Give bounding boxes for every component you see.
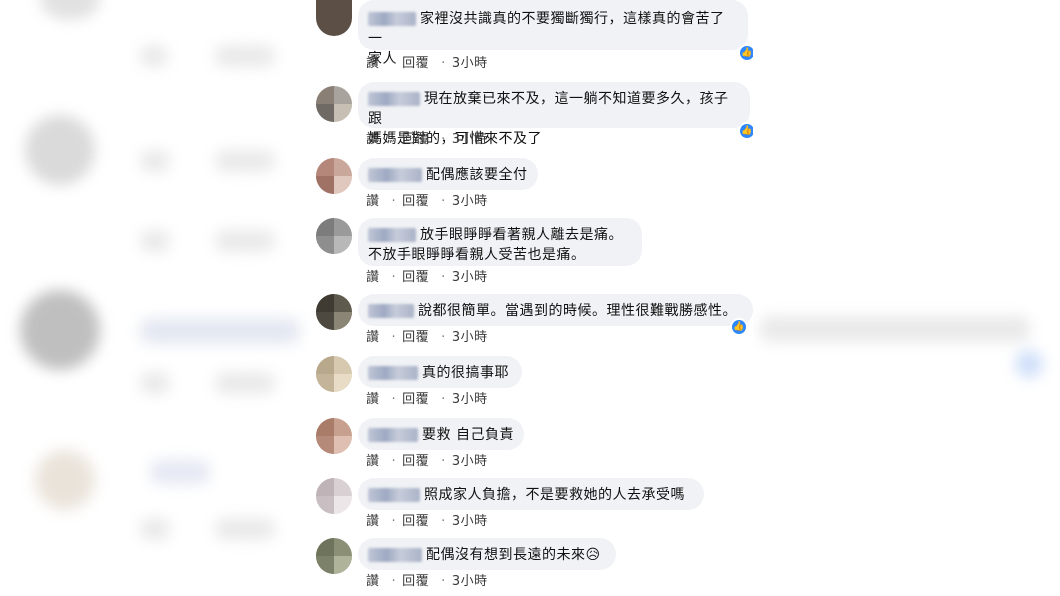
avatar[interactable]	[316, 0, 352, 36]
comment-actions: 讚 · 回覆 · 3小時	[366, 388, 500, 407]
separator: ·	[441, 454, 446, 469]
blurred-background-left	[0, 0, 300, 596]
commenter-name-redacted[interactable]	[368, 227, 416, 242]
comment-timestamp[interactable]: 3小時	[452, 132, 488, 147]
reply-button[interactable]: 回覆	[402, 514, 429, 529]
comment-timestamp[interactable]: 3小時	[452, 194, 488, 209]
comment-timestamp[interactable]: 3小時	[452, 574, 488, 589]
separator: ·	[441, 514, 446, 529]
like-button[interactable]: 讚	[366, 330, 380, 345]
comment-actions: 讚 · 回覆 · 3小時	[366, 510, 500, 529]
comment-actions: 讚 · 回覆 · 3小時	[366, 52, 500, 71]
like-button[interactable]: 讚	[366, 574, 380, 589]
separator: ·	[391, 514, 397, 529]
avatar[interactable]	[316, 218, 352, 254]
commenter-name-redacted[interactable]	[368, 91, 420, 106]
commenter-name-redacted[interactable]	[368, 365, 418, 380]
blurred-background-right	[760, 0, 1060, 596]
separator: ·	[391, 574, 397, 589]
reply-button[interactable]: 回覆	[402, 270, 429, 285]
comment-bubble: 家裡沒共識真的不要獨斷獨行，這樣真的會苦了一 家人	[358, 0, 748, 67]
comment-timestamp[interactable]: 3小時	[452, 392, 488, 407]
comment-bubble: 配偶沒有想到長遠的未來😥	[358, 538, 616, 570]
comment-actions: 讚 · 回覆 · 3小時	[366, 128, 500, 147]
separator: ·	[391, 454, 397, 469]
comment-list: 家裡沒共識真的不要獨斷獨行，這樣真的會苦了一 家人 👍 讚 · 回覆 · 3小時 現在放…	[310, 0, 753, 596]
like-button[interactable]: 讚	[366, 194, 380, 209]
avatar[interactable]	[316, 294, 352, 330]
separator: ·	[441, 392, 446, 407]
comment-bubble: 說都很簡單。當遇到的時候。理性很難戰勝感性。	[358, 294, 753, 326]
separator: ·	[391, 270, 397, 285]
comment-text: 照成家人負擔，不是要救她的人去承受嗎	[424, 487, 685, 503]
separator: ·	[441, 574, 446, 589]
avatar[interactable]	[316, 86, 352, 122]
like-button[interactable]: 讚	[366, 132, 380, 147]
avatar[interactable]	[316, 418, 352, 454]
commenter-name-redacted[interactable]	[368, 11, 416, 26]
reply-button[interactable]: 回覆	[402, 392, 429, 407]
separator: ·	[391, 56, 397, 71]
like-button[interactable]: 讚	[366, 514, 380, 529]
commenter-name-redacted[interactable]	[368, 167, 422, 182]
separator: ·	[391, 330, 397, 345]
commenter-name-redacted[interactable]	[368, 303, 414, 318]
comment-text: 配偶沒有想到長遠的未來😥	[426, 547, 601, 563]
comment-timestamp[interactable]: 3小時	[452, 270, 488, 285]
commenter-name-redacted[interactable]	[368, 487, 420, 502]
commenter-name-redacted[interactable]	[368, 427, 418, 442]
separator: ·	[441, 132, 446, 147]
comment-text: 要救 自己負責	[422, 427, 514, 443]
comment-actions: 讚 · 回覆 · 3小時	[366, 326, 500, 345]
comment-actions: 讚 · 回覆 · 3小時	[366, 570, 500, 589]
separator: ·	[441, 194, 446, 209]
separator: ·	[441, 330, 446, 345]
comment-bubble: 要救 自己負責	[358, 418, 524, 450]
reply-button[interactable]: 回覆	[402, 194, 429, 209]
reply-button[interactable]: 回覆	[402, 330, 429, 345]
comment-bubble: 照成家人負擔，不是要救她的人去承受嗎	[358, 478, 704, 510]
comment-text: 說都很簡單。當遇到的時候。理性很難戰勝感性。	[418, 303, 737, 319]
separator: ·	[441, 56, 446, 71]
separator: ·	[391, 194, 397, 209]
like-reaction-icon[interactable]: 👍	[732, 320, 746, 334]
commenter-name-redacted[interactable]	[368, 547, 422, 562]
avatar[interactable]	[316, 538, 352, 574]
separator: ·	[441, 270, 446, 285]
comment-actions: 讚 · 回覆 · 3小時	[366, 266, 500, 285]
comment-actions: 讚 · 回覆 · 3小時	[366, 450, 500, 469]
comment-timestamp[interactable]: 3小時	[452, 330, 488, 345]
like-button[interactable]: 讚	[366, 454, 380, 469]
comment-bubble: 配偶應該要全付	[358, 158, 538, 190]
avatar[interactable]	[316, 158, 352, 194]
comment-timestamp[interactable]: 3小時	[452, 56, 488, 71]
reply-button[interactable]: 回覆	[402, 454, 429, 469]
screenshot-stage: 家裡沒共識真的不要獨斷獨行，這樣真的會苦了一 家人 👍 讚 · 回覆 · 3小時 現在放…	[0, 0, 1060, 596]
avatar[interactable]	[316, 478, 352, 514]
comment-timestamp[interactable]: 3小時	[452, 454, 488, 469]
comment-timestamp[interactable]: 3小時	[452, 514, 488, 529]
comment-bubble: 現在放棄已來不及，這一躺不知道要多久，孩子跟 媽媽是對的，可惜來不及了	[358, 82, 750, 147]
separator: ·	[391, 132, 397, 147]
like-button[interactable]: 讚	[366, 270, 380, 285]
comment-actions: 讚 · 回覆 · 3小時	[366, 190, 500, 209]
reply-button[interactable]: 回覆	[402, 132, 429, 147]
like-reaction-icon[interactable]: 👍	[740, 46, 753, 60]
comment-bubble: 真的很搞事耶	[358, 356, 522, 388]
like-reaction-icon[interactable]: 👍	[740, 124, 753, 138]
comment-bubble: 放手眼睜睜看著親人離去是痛。 不放手眼睜睜看親人受苦也是痛。	[358, 218, 642, 266]
like-button[interactable]: 讚	[366, 56, 380, 71]
comment-text: 配偶應該要全付	[426, 167, 528, 183]
avatar[interactable]	[316, 356, 352, 392]
comment-text: 真的很搞事耶	[422, 365, 509, 381]
reply-button[interactable]: 回覆	[402, 56, 429, 71]
separator: ·	[391, 392, 397, 407]
like-button[interactable]: 讚	[366, 392, 380, 407]
reply-button[interactable]: 回覆	[402, 574, 429, 589]
